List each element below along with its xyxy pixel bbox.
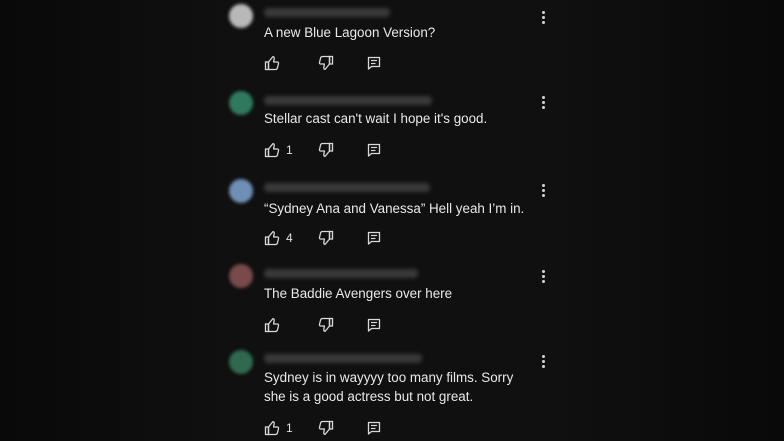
like-button[interactable]: 1 bbox=[264, 140, 293, 160]
comment-actions: 1 bbox=[264, 140, 464, 160]
comment-actions bbox=[264, 315, 464, 335]
comment-actions bbox=[264, 53, 464, 73]
more-options-icon[interactable] bbox=[532, 350, 554, 372]
reply-comment-icon bbox=[367, 318, 381, 332]
comments-screen: A new Blue Lagoon Version? Stellar cast … bbox=[0, 0, 784, 441]
more-options-icon[interactable] bbox=[532, 91, 554, 113]
more-options-icon[interactable] bbox=[532, 179, 554, 201]
avatar[interactable] bbox=[229, 91, 253, 115]
like-button[interactable] bbox=[264, 53, 286, 73]
thumbs-up-icon bbox=[264, 142, 280, 158]
reply-comment-icon bbox=[367, 56, 381, 70]
thumbs-down-icon bbox=[318, 142, 334, 158]
like-count: 4 bbox=[286, 231, 293, 245]
more-options-icon[interactable] bbox=[532, 6, 554, 28]
like-count: 1 bbox=[286, 421, 293, 435]
reply-comment-icon bbox=[367, 143, 381, 157]
comments-feed: A new Blue Lagoon Version? Stellar cast … bbox=[226, 0, 556, 441]
comment-text: Sydney is in wayyyy too many films. Sorr… bbox=[264, 370, 514, 404]
thumbs-up-icon bbox=[264, 420, 280, 436]
reply-button[interactable] bbox=[366, 53, 382, 73]
avatar[interactable] bbox=[229, 264, 253, 288]
reply-button[interactable] bbox=[366, 228, 382, 248]
thumbs-up-icon bbox=[264, 55, 280, 71]
like-button[interactable] bbox=[264, 315, 286, 335]
dislike-button[interactable] bbox=[318, 228, 334, 248]
comment-text: “Sydney Ana and Vanessa” Hell yeah I’m i… bbox=[264, 201, 525, 216]
avatar[interactable] bbox=[229, 179, 253, 203]
like-count: 1 bbox=[286, 143, 293, 157]
comment-actions: 1 bbox=[264, 418, 464, 438]
avatar[interactable] bbox=[229, 350, 253, 374]
dislike-button[interactable] bbox=[318, 315, 334, 335]
like-button[interactable]: 1 bbox=[264, 418, 293, 438]
thumbs-down-icon bbox=[318, 55, 334, 71]
comment-author-meta bbox=[264, 96, 432, 105]
thumbs-up-icon bbox=[264, 317, 280, 333]
comment-text: The Baddie Avengers over here bbox=[264, 286, 453, 301]
dislike-button[interactable] bbox=[318, 140, 334, 160]
thumbs-down-icon bbox=[318, 230, 334, 246]
like-button[interactable]: 4 bbox=[264, 228, 293, 248]
more-options-icon[interactable] bbox=[532, 265, 554, 287]
reply-button[interactable] bbox=[366, 315, 382, 335]
thumbs-down-icon bbox=[318, 420, 334, 436]
reply-button[interactable] bbox=[366, 418, 382, 438]
comment-author-meta bbox=[264, 8, 390, 17]
dislike-button[interactable] bbox=[318, 418, 334, 438]
comment-author-meta bbox=[264, 354, 422, 363]
comment-text: Stellar cast can't wait I hope it's good… bbox=[264, 111, 488, 126]
comment-text: A new Blue Lagoon Version? bbox=[264, 25, 436, 40]
dislike-button[interactable] bbox=[318, 53, 334, 73]
comment-actions: 4 bbox=[264, 228, 464, 248]
thumbs-down-icon bbox=[318, 317, 334, 333]
reply-comment-icon bbox=[367, 421, 381, 435]
thumbs-up-icon bbox=[264, 230, 280, 246]
reply-comment-icon bbox=[367, 231, 381, 245]
comment-author-meta bbox=[264, 183, 430, 192]
reply-button[interactable] bbox=[366, 140, 382, 160]
avatar[interactable] bbox=[229, 4, 253, 28]
comment-author-meta bbox=[264, 269, 418, 278]
